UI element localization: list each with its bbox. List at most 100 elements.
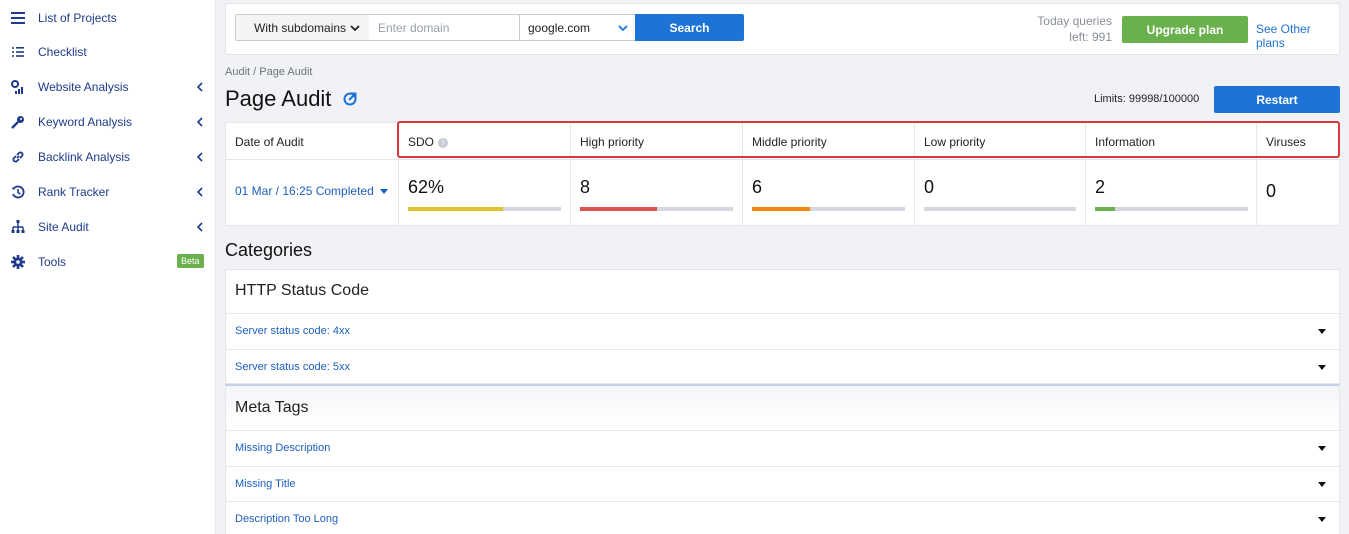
caret-down-icon (1318, 482, 1326, 487)
category-row[interactable]: Missing Title (226, 466, 1339, 502)
sdo-progress-fill (408, 207, 503, 211)
column-header-label: SDO (408, 135, 435, 149)
high-priority-progress-bar (580, 207, 733, 211)
chevron-left-icon (195, 219, 205, 235)
info-icon[interactable]: i (438, 137, 449, 148)
restart-button[interactable]: Restart (1214, 86, 1340, 113)
sidebar-item-checklist[interactable]: Checklist (0, 34, 216, 69)
category-meta-tags: Meta Tags Missing Description Missing Ti… (225, 384, 1340, 534)
sidebar-item-label: Rank Tracker (38, 184, 110, 199)
sdo-value: 62% (408, 177, 445, 197)
sidebar-item-label: Backlink Analysis (38, 149, 131, 164)
queries-remaining: Today queries left: 991 (1032, 13, 1112, 45)
search-bar: With subdomains google.com Search Today … (225, 3, 1340, 55)
domain-input[interactable] (369, 14, 520, 41)
sidebar-item-keyword-analysis[interactable]: Keyword Analysis (0, 104, 216, 139)
divider (399, 159, 570, 160)
low-priority-column[interactable]: Low priority 0 (915, 123, 1086, 225)
sidebar-item-list-of-projects[interactable]: List of Projects (0, 0, 216, 35)
viruses-value: 0 (1266, 181, 1277, 201)
caret-down-icon (1318, 517, 1326, 522)
link-icon (10, 149, 26, 165)
category-row-label: Server status code: 5xx (235, 361, 350, 373)
key-icon (10, 114, 26, 130)
low-priority-progress-bar (924, 207, 1076, 211)
middle-priority-column[interactable]: Middle priority 6 (743, 123, 915, 225)
sidebar-item-website-analysis[interactable]: Website Analysis (0, 69, 216, 104)
information-column[interactable]: Information 2 (1086, 123, 1257, 225)
category-row-label: Server status code: 4xx (235, 325, 350, 337)
subdomains-select-value: With subdomains (254, 20, 347, 35)
divider (226, 159, 398, 160)
chevron-left-icon (195, 184, 205, 200)
sidebar-item-label: List of Projects (38, 10, 117, 25)
upgrade-plan-button[interactable]: Upgrade plan (1122, 16, 1248, 43)
column-header: Date of Audit (235, 135, 304, 149)
category-title: Meta Tags (235, 399, 309, 416)
sidebar-item-label: Checklist (38, 44, 87, 59)
external-link-icon[interactable] (343, 92, 357, 109)
chevron-down-icon (618, 22, 628, 36)
sidebar-item-label: Website Analysis (38, 79, 129, 94)
high-priority-column[interactable]: High priority 8 (571, 123, 743, 225)
search-engine-select[interactable]: google.com (519, 14, 636, 41)
date-of-audit-column: Date of Audit 01 Mar / 16:25 Completed (226, 123, 399, 225)
middle-priority-value: 6 (752, 177, 763, 197)
analytics-icon (10, 79, 26, 95)
queries-line-1: Today queries (1037, 14, 1112, 28)
page-title: Page Audit (225, 86, 332, 111)
column-header: Information (1095, 135, 1156, 149)
caret-down-icon (1318, 365, 1326, 370)
category-row-label: Missing Title (235, 478, 296, 490)
category-row[interactable]: Missing Description (226, 430, 1339, 466)
caret-down-icon (380, 188, 389, 194)
list-icon (10, 10, 26, 26)
sidebar-item-backlink-analysis[interactable]: Backlink Analysis (0, 139, 216, 174)
sidebar: List of Projects Checklist Website Analy… (0, 0, 216, 534)
viruses-column[interactable]: Viruses 0 (1257, 123, 1339, 225)
search-button[interactable]: Search (635, 14, 744, 41)
chevron-left-icon (195, 114, 205, 130)
history-icon (10, 184, 26, 200)
see-other-plans-link[interactable]: See Other plans (1256, 22, 1339, 50)
information-value: 2 (1095, 177, 1106, 197)
limits-text: Limits: 99998/100000 (1094, 93, 1200, 105)
middle-priority-progress-fill (752, 207, 811, 211)
high-priority-value: 8 (580, 177, 591, 197)
chevron-left-icon (195, 149, 205, 165)
audit-date-dropdown[interactable]: 01 Mar / 16:25 Completed (235, 184, 389, 198)
chevron-left-icon (195, 79, 205, 95)
sitemap-icon (10, 219, 26, 235)
category-row[interactable]: Server status code: 4xx (226, 313, 1339, 349)
category-row-label: Missing Description (235, 442, 331, 454)
category-row[interactable]: Description Too Long (226, 501, 1339, 534)
chevron-down-icon (350, 22, 360, 36)
column-header: Viruses (1266, 135, 1306, 149)
caret-down-icon (1318, 446, 1326, 451)
divider (743, 159, 914, 160)
caret-down-icon (1318, 329, 1326, 334)
category-row-label: Description Too Long (235, 513, 339, 525)
categories-title: Categories (225, 240, 313, 260)
beta-badge: Beta (177, 254, 204, 268)
audit-date-value: 01 Mar / 16:25 Completed (235, 184, 374, 198)
information-progress-bar (1095, 207, 1248, 211)
checklist-icon (10, 44, 26, 60)
low-priority-value: 0 (924, 177, 935, 197)
divider (1086, 159, 1256, 160)
category-row[interactable]: Server status code: 5xx (226, 349, 1339, 385)
audit-summary-table: Date of Audit 01 Mar / 16:25 Completed S… (225, 122, 1340, 226)
category-title: HTTP Status Code (235, 282, 369, 299)
column-header: High priority (580, 135, 645, 149)
sidebar-item-rank-tracker[interactable]: Rank Tracker (0, 174, 216, 209)
sidebar-item-label: Keyword Analysis (38, 114, 133, 129)
middle-priority-progress-bar (752, 207, 905, 211)
sdo-progress-bar (408, 207, 561, 211)
sidebar-item-tools[interactable]: Tools Beta (0, 244, 216, 279)
sidebar-item-site-audit[interactable]: Site Audit (0, 209, 216, 244)
information-progress-fill (1095, 207, 1115, 211)
subdomains-select[interactable]: With subdomains (235, 14, 370, 41)
divider (571, 159, 742, 160)
sidebar-item-label: Tools (38, 254, 67, 269)
high-priority-progress-fill (580, 207, 657, 211)
